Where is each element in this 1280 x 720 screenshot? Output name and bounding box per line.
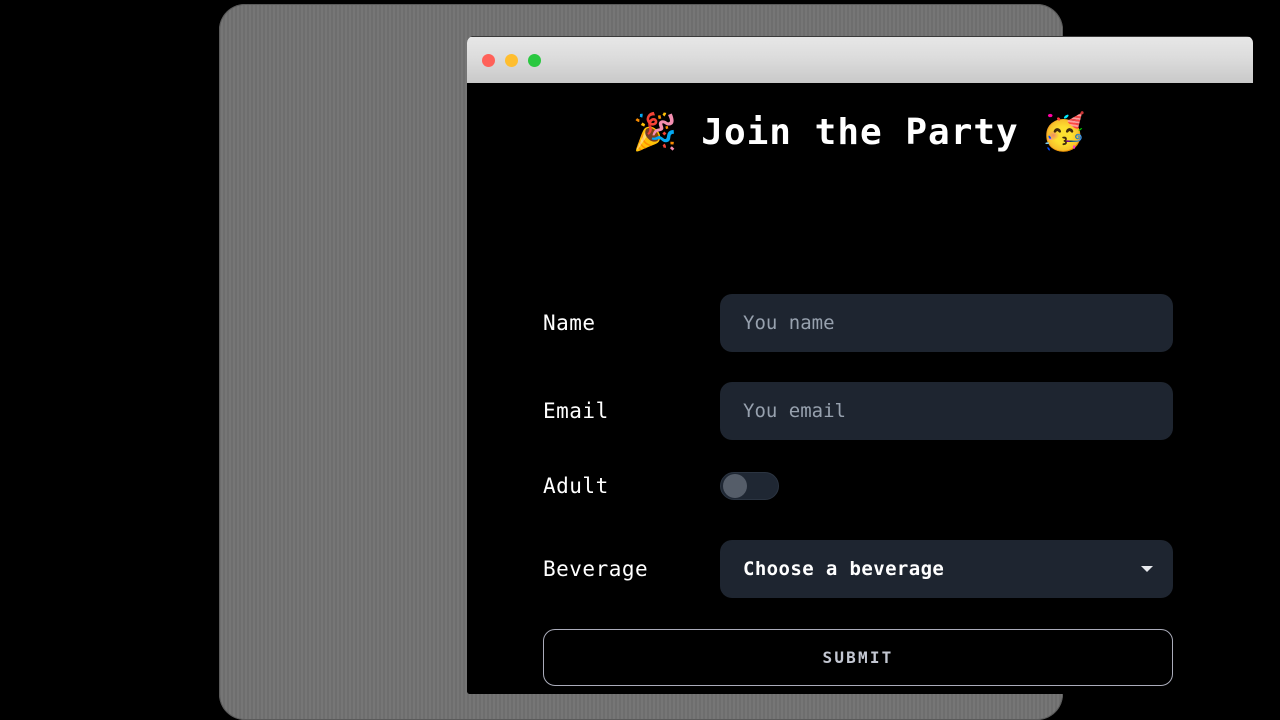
chevron-down-icon [1141,566,1153,572]
minimize-button-icon[interactable] [505,54,518,67]
form-row-name: Name [543,294,1177,352]
form-row-email: Email [543,382,1177,440]
beverage-select[interactable]: Choose a beverage [720,540,1173,598]
traffic-light-group [482,54,541,67]
name-label: Name [543,311,720,335]
page-content: 🎉 Join the Party 🥳 Name Email Adult [467,83,1253,694]
beverage-label: Beverage [543,557,720,581]
form-row-adult: Adult [543,471,1177,501]
email-input[interactable] [720,382,1173,440]
email-label: Email [543,399,720,423]
window-title-bar [467,36,1253,83]
beverage-selected-value: Choose a beverage [743,558,944,580]
zoom-button-icon[interactable] [528,54,541,67]
browser-window: 🎉 Join the Party 🥳 Name Email Adult [467,36,1253,694]
device-frame: 🎉 Join the Party 🥳 Name Email Adult [219,4,1063,720]
adult-toggle[interactable] [720,472,779,500]
submit-button[interactable]: SUBMIT [543,629,1173,686]
toggle-knob-icon [723,474,747,498]
close-button-icon[interactable] [482,54,495,67]
form-row-beverage: Beverage Choose a beverage [543,540,1177,598]
adult-label: Adult [543,474,720,498]
party-signup-form: Name Email Adult Beverage [467,83,1253,694]
name-input[interactable] [720,294,1173,352]
